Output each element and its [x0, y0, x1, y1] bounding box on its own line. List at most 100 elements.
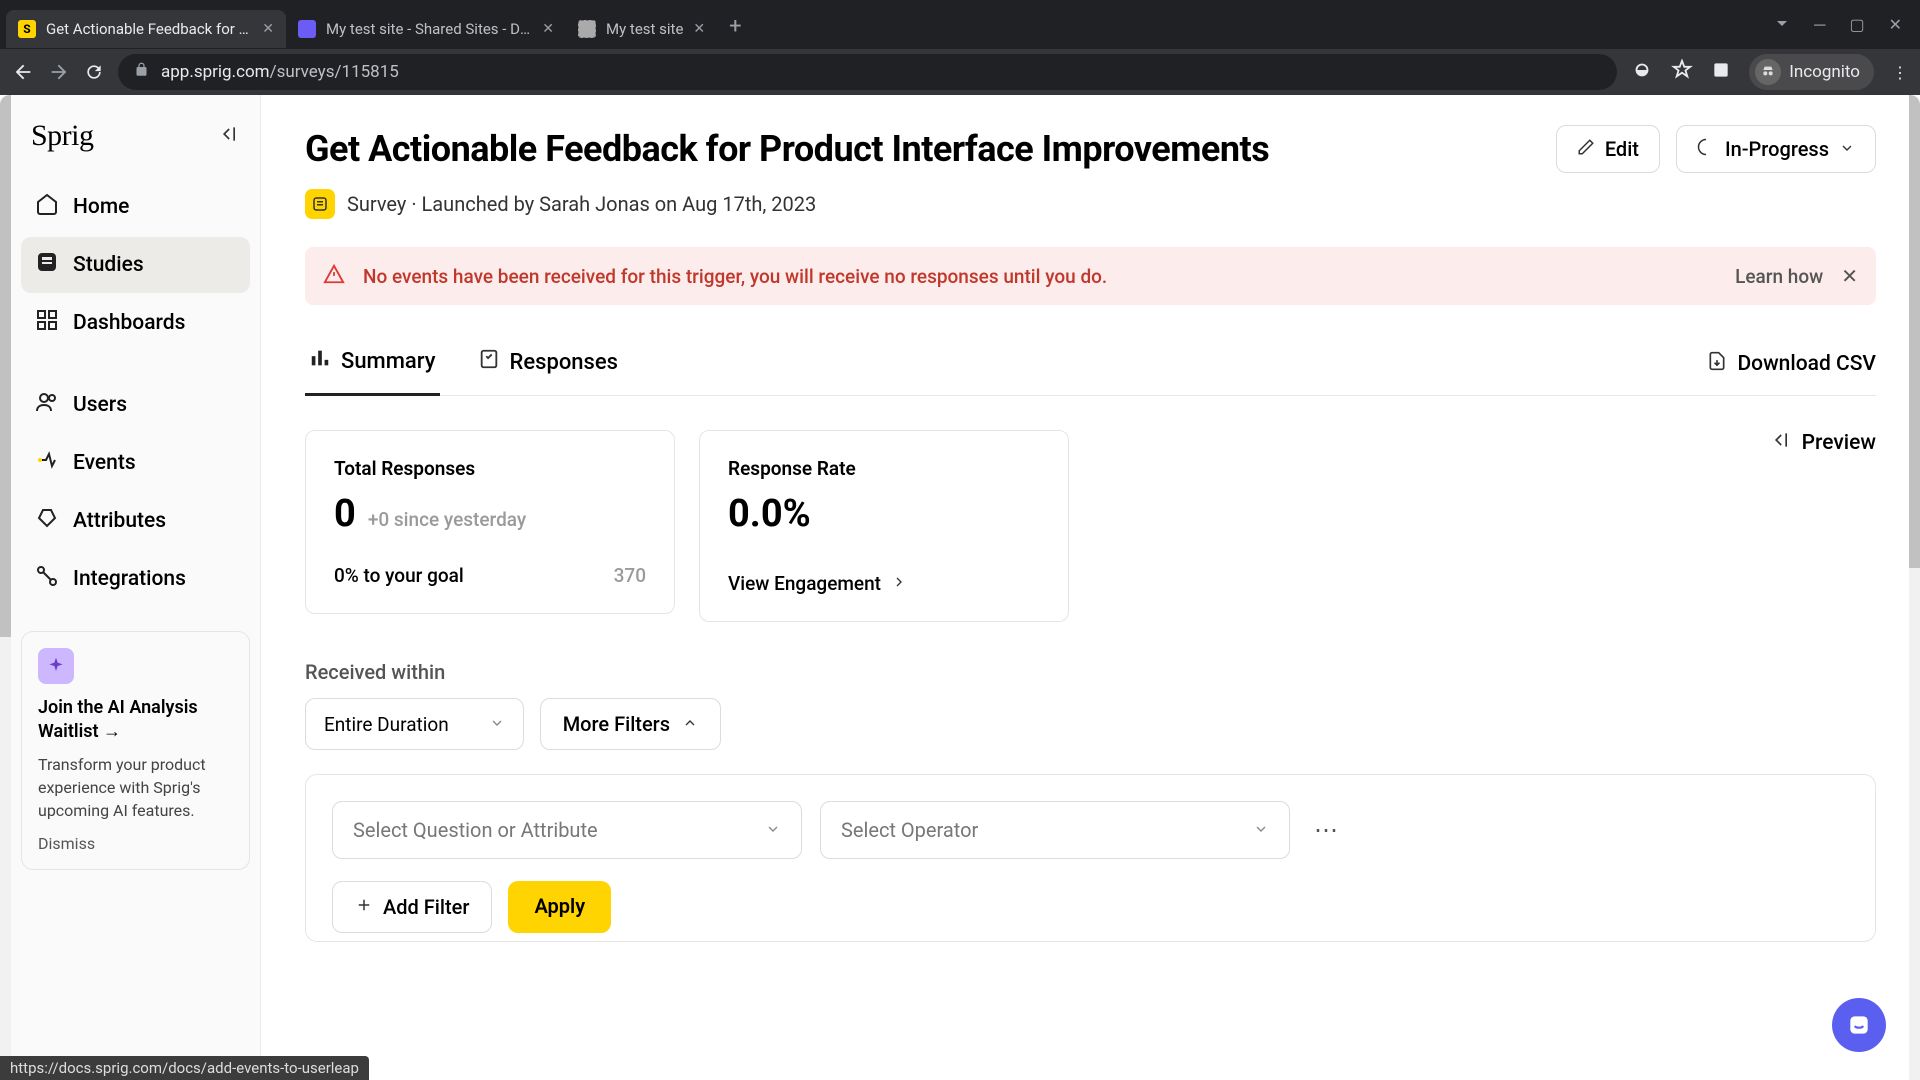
- reload-button[interactable]: [84, 62, 104, 82]
- tab-responses[interactable]: Responses: [474, 334, 622, 394]
- status-dropdown[interactable]: In-Progress: [1676, 125, 1876, 173]
- more-filters-toggle[interactable]: More Filters: [540, 698, 721, 750]
- favicon: [298, 20, 316, 38]
- preview-icon: [1772, 430, 1792, 456]
- add-filter-button[interactable]: Add Filter: [332, 881, 492, 933]
- browser-tab-strip: S Get Actionable Feedback for Pro ✕ My t…: [0, 0, 1920, 49]
- learn-how-link[interactable]: Learn how: [1735, 265, 1823, 288]
- page-title: Get Actionable Feedback for Product Inte…: [305, 128, 1540, 170]
- promo-dismiss-link[interactable]: Dismiss: [38, 834, 233, 853]
- home-icon: [35, 192, 59, 222]
- download-csv-button[interactable]: Download CSV: [1707, 351, 1876, 377]
- browser-tab-1[interactable]: S Get Actionable Feedback for Pro ✕: [6, 10, 286, 48]
- download-icon: [1707, 351, 1727, 377]
- chevron-down-icon: [765, 818, 781, 842]
- tab-title: Get Actionable Feedback for Pro: [46, 20, 252, 38]
- download-label: Download CSV: [1737, 352, 1876, 376]
- intercom-chat-button[interactable]: [1832, 998, 1886, 1052]
- sidebar-scrollbar[interactable]: [0, 95, 11, 1080]
- collapse-sidebar-icon[interactable]: [220, 124, 240, 148]
- incognito-profile[interactable]: Incognito: [1749, 54, 1874, 90]
- back-button[interactable]: [12, 61, 34, 83]
- users-icon: [35, 390, 59, 420]
- integrations-icon: [35, 564, 59, 594]
- card-label: Total Responses: [334, 457, 646, 480]
- sidebar-item-label: Studies: [73, 253, 144, 277]
- spinner-icon: [1697, 137, 1715, 161]
- select-placeholder: Select Operator: [841, 818, 978, 842]
- question-attribute-select[interactable]: Select Question or Attribute: [332, 801, 802, 859]
- edit-button[interactable]: Edit: [1556, 125, 1660, 173]
- close-icon[interactable]: ✕: [693, 21, 705, 37]
- close-icon[interactable]: ✕: [1841, 264, 1858, 288]
- promo-body: Transform your product experience with S…: [38, 753, 233, 823]
- goal-value: 370: [614, 564, 646, 587]
- plus-icon: [355, 895, 373, 919]
- duration-select[interactable]: Entire Duration: [305, 698, 524, 750]
- sidebar-item-label: Home: [73, 195, 129, 219]
- pencil-icon: [1577, 137, 1595, 161]
- forward-button[interactable]: [48, 61, 70, 83]
- sidebar: Sprig Home Studies Dashboards Users: [11, 95, 261, 1080]
- favicon: S: [18, 20, 36, 38]
- operator-select[interactable]: Select Operator: [820, 801, 1290, 859]
- sidebar-item-label: Integrations: [73, 567, 186, 591]
- minimize-icon[interactable]: ─: [1814, 15, 1825, 35]
- browser-tab-2[interactable]: My test site - Shared Sites - Dash ✕: [286, 10, 566, 48]
- favicon: [578, 20, 596, 38]
- sidebar-item-events[interactable]: Events: [21, 435, 250, 491]
- filter-more-menu[interactable]: ⋯: [1308, 816, 1344, 844]
- tab-summary[interactable]: Summary: [305, 333, 440, 396]
- browser-tab-3[interactable]: My test site ✕: [566, 10, 717, 48]
- window-close-icon[interactable]: ✕: [1889, 15, 1902, 34]
- survey-type-icon: [305, 189, 335, 219]
- total-responses-value: 0: [334, 492, 356, 536]
- warning-banner: No events have been received for this tr…: [305, 247, 1876, 305]
- status-bar-url: https://docs.sprig.com/docs/add-events-t…: [0, 1056, 369, 1080]
- attributes-icon: [35, 506, 59, 536]
- menu-icon[interactable]: ⋮: [1892, 63, 1908, 82]
- url-text: app.sprig.com/surveys/115815: [161, 62, 399, 82]
- incognito-indicator-icon[interactable]: [1631, 59, 1653, 85]
- tab-title: My test site - Shared Sites - Dash: [326, 20, 532, 38]
- close-icon[interactable]: ✕: [262, 21, 274, 37]
- chevron-up-icon: [682, 712, 698, 736]
- tab-search-icon[interactable]: [1774, 15, 1790, 35]
- promo-title[interactable]: Join the AI Analysis Waitlist →: [38, 696, 233, 745]
- sidebar-item-dashboards[interactable]: Dashboards: [21, 295, 250, 351]
- sidebar-item-label: Users: [73, 393, 127, 417]
- apply-button[interactable]: Apply: [508, 881, 611, 933]
- bookmark-icon[interactable]: [1671, 59, 1693, 85]
- new-tab-button[interactable]: +: [717, 14, 753, 39]
- select-placeholder: Select Question or Attribute: [353, 818, 598, 842]
- sidebar-item-studies[interactable]: Studies: [21, 237, 250, 293]
- card-label: Response Rate: [728, 457, 1040, 480]
- sidebar-item-home[interactable]: Home: [21, 179, 250, 235]
- logo: Sprig: [31, 119, 94, 153]
- main-content: Get Actionable Feedback for Product Inte…: [261, 95, 1920, 1080]
- preview-label: Preview: [1802, 431, 1876, 455]
- tab-label: Responses: [510, 350, 618, 375]
- address-bar[interactable]: app.sprig.com/surveys/115815: [118, 54, 1617, 90]
- incognito-avatar-icon: [1755, 59, 1781, 85]
- view-engagement-link[interactable]: View Engagement: [728, 572, 1040, 595]
- events-icon: [35, 448, 59, 478]
- close-icon[interactable]: ✕: [542, 21, 554, 37]
- lock-icon: [134, 62, 149, 82]
- chevron-down-icon: [1839, 137, 1855, 161]
- response-rate-card: Response Rate 0.0% View Engagement: [699, 430, 1069, 622]
- maximize-icon[interactable]: ▢: [1849, 15, 1864, 34]
- sidebar-item-integrations[interactable]: Integrations: [21, 551, 250, 607]
- edit-label: Edit: [1605, 137, 1639, 161]
- ai-waitlist-promo: Join the AI Analysis Waitlist → Transfor…: [21, 631, 250, 870]
- sidebar-item-users[interactable]: Users: [21, 377, 250, 433]
- survey-meta: Survey · Launched by Sarah Jonas on Aug …: [347, 192, 816, 216]
- preview-button[interactable]: Preview: [1772, 430, 1876, 456]
- sidebar-item-attributes[interactable]: Attributes: [21, 493, 250, 549]
- goal-pct: 0% to your goal: [334, 564, 464, 587]
- extensions-icon[interactable]: [1711, 60, 1731, 84]
- tab-label: Summary: [341, 349, 436, 374]
- since-yesterday: +0 since yesterday: [368, 508, 526, 531]
- main-scrollbar[interactable]: [1909, 95, 1920, 1080]
- sidebar-item-label: Attributes: [73, 509, 166, 533]
